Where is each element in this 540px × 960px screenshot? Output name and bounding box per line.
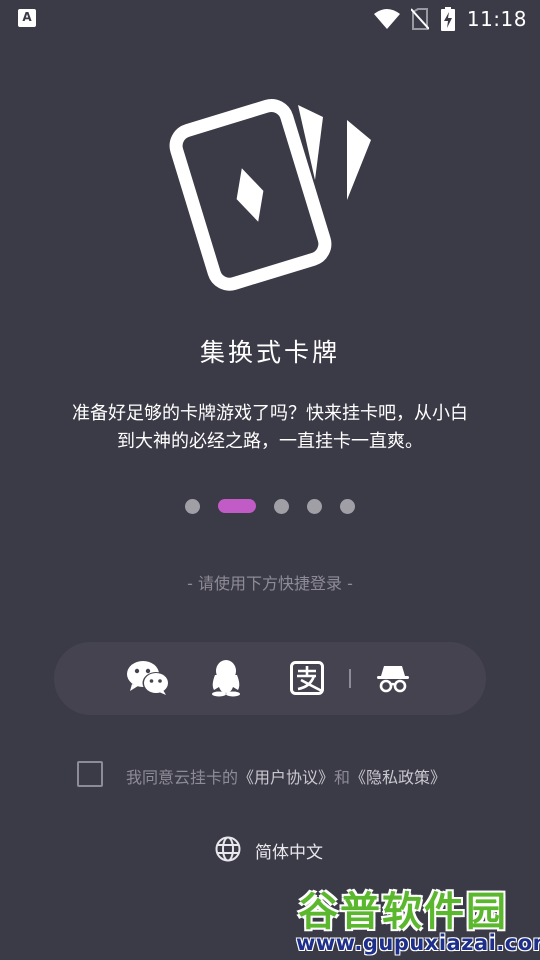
page-dot-5[interactable] xyxy=(340,499,355,514)
qq-login-button[interactable] xyxy=(202,656,250,700)
wechat-icon xyxy=(127,661,170,695)
user-agreement-link[interactable]: 《用户协议》 xyxy=(238,768,334,787)
app-title: 集换式卡牌 xyxy=(199,338,340,367)
wechat-login-button[interactable] xyxy=(124,656,172,700)
battery-charging-icon xyxy=(440,7,455,31)
globe-icon xyxy=(215,836,241,862)
language-label: 简体中文 xyxy=(255,843,323,863)
login-hint: - 请使用下方快捷登录 - xyxy=(187,574,353,593)
alipay-icon xyxy=(290,661,324,695)
page-dot-2-active[interactable] xyxy=(218,499,256,513)
notification-letter: A xyxy=(22,10,32,24)
language-selector[interactable]: 简体中文 xyxy=(214,835,344,863)
agreement-checkbox[interactable] xyxy=(77,761,103,787)
privacy-policy-link[interactable]: 《隐私政策》 xyxy=(350,768,446,787)
status-time: 11:18 xyxy=(466,7,527,31)
quick-login-bar xyxy=(54,642,486,715)
page-indicator xyxy=(0,498,540,516)
agreement-row: 我同意云挂卡的《用户协议》和《隐私政策》 xyxy=(76,760,496,790)
watermark-title: 谷普软件园 xyxy=(298,889,508,935)
watermark-url: www.gupuxiazai.com xyxy=(296,931,540,955)
wifi-icon xyxy=(373,9,400,29)
agreement-text: 我同意云挂卡的《用户协议》和《隐私政策》 xyxy=(126,764,446,788)
incognito-icon xyxy=(377,666,409,693)
page-dot-1[interactable] xyxy=(185,499,200,514)
page-dot-4[interactable] xyxy=(307,499,322,514)
alipay-login-button[interactable] xyxy=(283,656,331,700)
agreement-prefix: 我同意云挂卡的 xyxy=(126,768,239,787)
qq-penguin-icon xyxy=(212,660,240,697)
page-dot-3[interactable] xyxy=(274,499,289,514)
no-sim-icon xyxy=(410,8,429,30)
guest-login-button[interactable] xyxy=(369,656,417,700)
site-watermark: 谷普软件园 www.gupuxiazai.com xyxy=(292,875,540,960)
app-notification-icon: A xyxy=(18,9,36,27)
playing-cards-icon xyxy=(169,99,371,291)
login-divider xyxy=(349,669,351,688)
status-bar: A 11:18 xyxy=(0,0,540,38)
app-description: 准备好足够的卡牌游戏了吗？快来挂卡吧，从小白 到大神的必经之路，一直挂卡一直爽。 xyxy=(72,403,468,452)
agreement-conjunction: 和 xyxy=(334,768,351,787)
status-icons: 11:18 xyxy=(373,6,527,32)
